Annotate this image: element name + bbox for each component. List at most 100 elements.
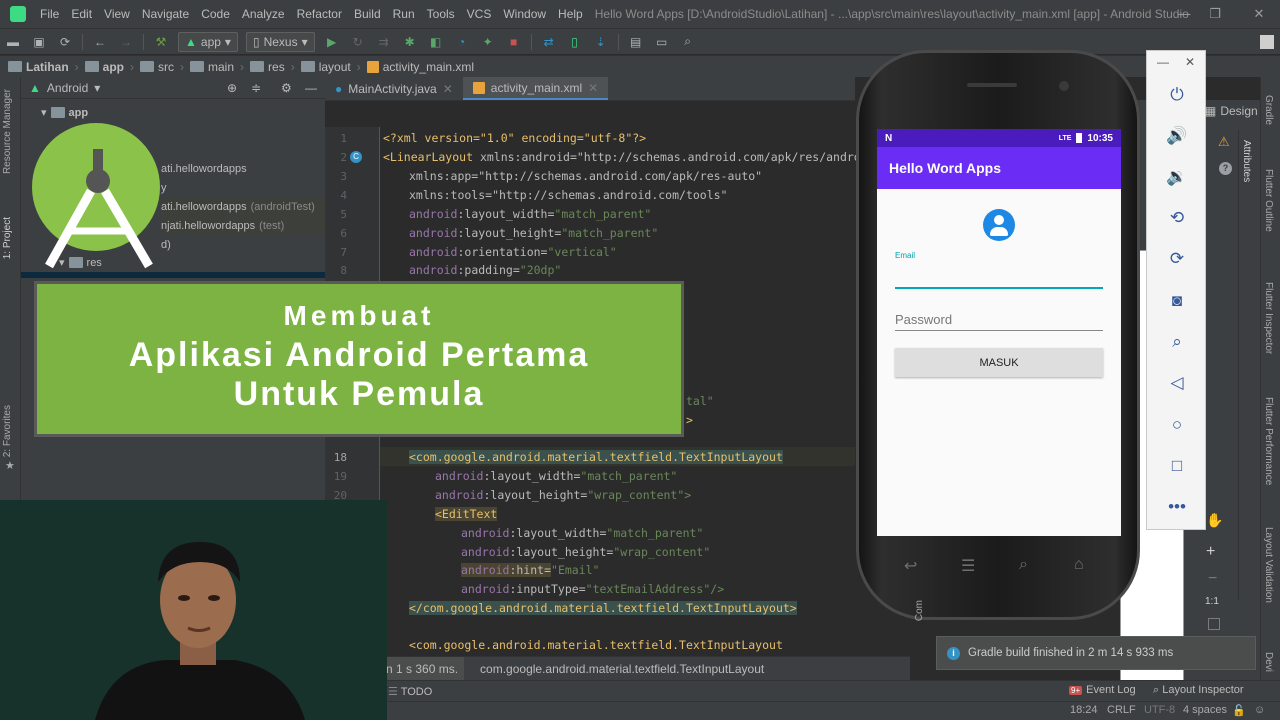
zoom-actual-size[interactable]: 1:1 <box>1205 596 1219 607</box>
sdk-manager-icon[interactable]: ⇣ <box>593 34 609 50</box>
terminal-icon[interactable]: ▭ <box>654 34 670 50</box>
breadcrumb-item[interactable]: src <box>140 60 174 74</box>
gradle-sync-icon[interactable]: ⇄ <box>541 34 557 50</box>
breadcrumb-item[interactable]: layout <box>300 60 351 74</box>
attributes-tab[interactable]: Attributes <box>1241 140 1252 182</box>
menu-vcs[interactable]: VCS <box>461 7 498 21</box>
volume-up-icon[interactable]: 🔊 <box>1165 124 1189 148</box>
layout-validation-tab[interactable]: Layout Validation <box>1263 527 1274 603</box>
flutter-inspector-tab[interactable]: Flutter Inspector <box>1263 282 1274 354</box>
zoom-out-icon[interactable]: − <box>1208 570 1217 588</box>
back-icon[interactable]: ← <box>92 34 108 50</box>
line-separator[interactable]: CRLF <box>1107 704 1136 716</box>
maximize-icon[interactable]: ❐ <box>1206 5 1224 23</box>
class-gutter-icon[interactable]: C <box>350 151 362 163</box>
todo-tab[interactable]: ☰ TODO <box>388 685 432 698</box>
volume-down-icon[interactable]: 🔉 <box>1165 165 1189 189</box>
indent-setting[interactable]: 4 spaces <box>1183 704 1227 716</box>
forward-icon[interactable]: → <box>118 34 134 50</box>
run-config-select[interactable]: ▲ app ▾ <box>178 31 238 52</box>
close-icon[interactable]: ✕ <box>588 81 598 95</box>
gear-icon[interactable]: ⚙ <box>281 81 292 95</box>
tab-activity-main[interactable]: activity_main.xml ✕ <box>462 77 609 100</box>
attach-debugger-icon[interactable]: ✦ <box>480 34 496 50</box>
avd-manager-icon[interactable]: ▯ <box>567 34 583 50</box>
pan-icon[interactable]: ✋ <box>1206 512 1223 529</box>
power-icon[interactable]: ⏻ <box>1165 83 1189 107</box>
zoom-in-icon[interactable]: + <box>1206 543 1215 561</box>
close-icon[interactable]: ✕ <box>1250 5 1268 23</box>
stop-icon[interactable]: ■ <box>506 34 522 50</box>
user-icon[interactable] <box>1260 34 1274 49</box>
minimize-icon[interactable]: — <box>1175 5 1193 23</box>
gradle-notification[interactable]: i Gradle build finished in 2 m 14 s 933 … <box>936 636 1256 670</box>
breadcrumb-item[interactable]: main <box>190 60 234 74</box>
masuk-button[interactable]: MASUK <box>895 348 1103 377</box>
apply-changes-icon[interactable]: ⇉ <box>376 34 392 50</box>
view-mode-select[interactable]: Android <box>47 81 88 95</box>
breadcrumb-item[interactable]: activity_main.xml <box>366 60 474 74</box>
camera-icon[interactable]: ◙ <box>1165 289 1189 313</box>
coverage-icon[interactable]: ◧ <box>428 34 444 50</box>
close-icon[interactable]: ✕ <box>443 82 453 96</box>
run-icon[interactable]: ▶ <box>324 34 340 50</box>
home-icon[interactable]: ○ <box>1165 413 1189 437</box>
minimize-icon[interactable]: — <box>1157 55 1169 69</box>
menu-tools[interactable]: Tools <box>421 7 461 21</box>
menu-run[interactable]: Run <box>387 7 421 21</box>
breadcrumb-item[interactable]: app <box>84 60 124 74</box>
password-field[interactable] <box>895 309 1103 331</box>
event-log-tab[interactable]: 9+ Event Log <box>1069 684 1136 696</box>
breadcrumb-item[interactable]: Latihan <box>8 60 69 74</box>
device-file-explorer-tab[interactable]: Devi <box>1263 652 1274 672</box>
search-icon[interactable]: ⌕ <box>680 34 696 50</box>
flutter-performance-tab[interactable]: Flutter Performance <box>1263 397 1274 485</box>
collapse-icon[interactable]: ≑ <box>251 81 261 95</box>
resource-manager-tab[interactable]: Resource Manager <box>2 89 13 174</box>
zoom-fit-icon[interactable] <box>1208 618 1220 630</box>
debug-icon[interactable]: ✱ <box>402 34 418 50</box>
tree-item[interactable]: ati.hellowordapps (androidTest) <box>161 197 325 216</box>
inspector-face-icon[interactable]: ☺ <box>1254 704 1265 716</box>
overview-icon[interactable]: □ <box>1165 454 1189 478</box>
component-tree-tab[interactable]: Com <box>914 600 925 621</box>
tree-item[interactable]: ati.hellowordapps <box>161 159 247 178</box>
project-tab[interactable]: 1: Project <box>2 217 13 259</box>
menu-edit[interactable]: Edit <box>65 7 98 21</box>
help-icon[interactable]: ? <box>1219 162 1232 175</box>
rerun-icon[interactable]: ↻ <box>350 34 366 50</box>
file-encoding[interactable]: UTF-8 <box>1144 704 1175 716</box>
project-structure-icon[interactable]: ▤ <box>628 34 644 50</box>
save-icon[interactable]: ▣ <box>31 34 47 50</box>
hide-icon[interactable]: — <box>305 81 317 95</box>
flutter-outline-tab[interactable]: Flutter Outline <box>1263 169 1274 232</box>
home-icon[interactable]: ⌂ <box>1074 556 1084 574</box>
menu-refactor[interactable]: Refactor <box>291 7 348 21</box>
rotate-left-icon[interactable]: ⟲ <box>1165 206 1189 230</box>
rotate-right-icon[interactable]: ⟳ <box>1165 247 1189 271</box>
device-select[interactable]: ▯ Nexus ▾ <box>245 31 315 52</box>
breadcrumb-item[interactable]: res <box>250 60 285 74</box>
email-field[interactable] <box>895 267 1103 289</box>
search-icon[interactable]: ⌕ <box>1019 556 1028 574</box>
back-icon[interactable]: ◁ <box>1165 371 1189 395</box>
zoom-icon[interactable]: ⌕ <box>1165 330 1189 354</box>
tab-mainactivity[interactable]: ● MainActivity.java ✕ <box>325 77 463 100</box>
caret-position[interactable]: 18:24 <box>1070 704 1098 716</box>
menu-help[interactable]: Help <box>552 7 589 21</box>
tree-item[interactable]: njati.hellowordapps (test) <box>161 216 325 235</box>
tag-path[interactable]: com.google.android.material.textfield.Te… <box>480 662 764 676</box>
chevron-down-icon[interactable]: ▾ <box>94 81 100 95</box>
design-tab[interactable]: ▦ Design <box>1205 104 1258 118</box>
layout-inspector-tab[interactable]: ⌕ Layout Inspector <box>1153 684 1244 697</box>
tree-item-app[interactable]: ▾ app <box>41 103 88 122</box>
locate-icon[interactable]: ⊕ <box>227 81 237 95</box>
open-folder-icon[interactable]: ▬ <box>5 34 21 50</box>
menu-window[interactable]: Window <box>497 7 552 21</box>
lock-icon[interactable]: 🔓 <box>1232 704 1246 717</box>
back-icon[interactable]: ↩ <box>904 556 917 576</box>
menu-file[interactable]: File <box>34 7 65 21</box>
gradle-tab[interactable]: Gradle <box>1263 95 1274 125</box>
favorites-tab[interactable]: 2: Favorites <box>2 405 13 457</box>
close-icon[interactable]: ✕ <box>1185 55 1195 69</box>
